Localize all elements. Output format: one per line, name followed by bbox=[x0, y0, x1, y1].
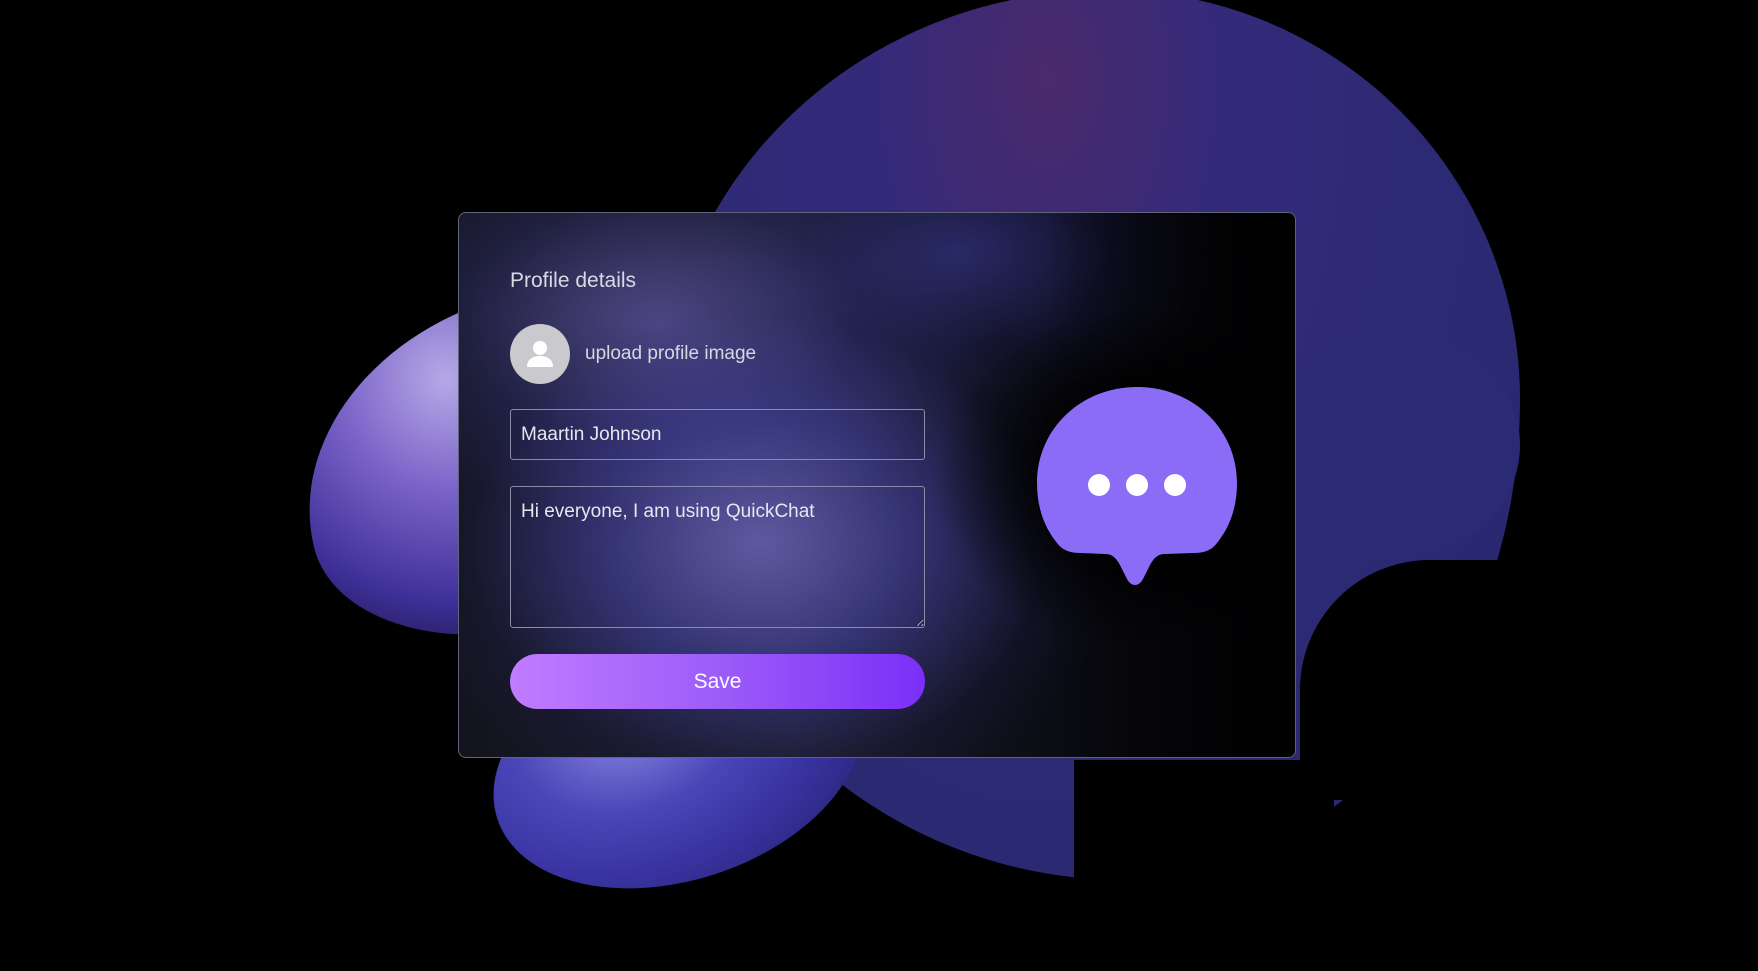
page-title: Profile details bbox=[510, 269, 637, 292]
background-cutout bbox=[1300, 560, 1560, 800]
background-cutout-bottom bbox=[1074, 760, 1334, 920]
upload-profile-image-label[interactable]: upload profile image bbox=[585, 343, 756, 365]
bio-textarea[interactable]: Hi everyone, I am using QuickChat bbox=[510, 486, 925, 628]
user-silhouette-icon bbox=[527, 341, 553, 367]
profile-card: Profile details upload profile image Hi … bbox=[458, 212, 1296, 758]
background-blob-tail bbox=[1270, 330, 1520, 560]
name-field[interactable] bbox=[510, 409, 925, 460]
chat-bubble-ellipsis-icon bbox=[1037, 387, 1237, 585]
upload-profile-image-control[interactable]: upload profile image bbox=[510, 324, 756, 384]
avatar[interactable] bbox=[510, 324, 570, 384]
save-button[interactable]: Save bbox=[510, 654, 925, 709]
page-background: Profile details upload profile image Hi … bbox=[0, 0, 1758, 971]
app-logo bbox=[1025, 375, 1255, 615]
